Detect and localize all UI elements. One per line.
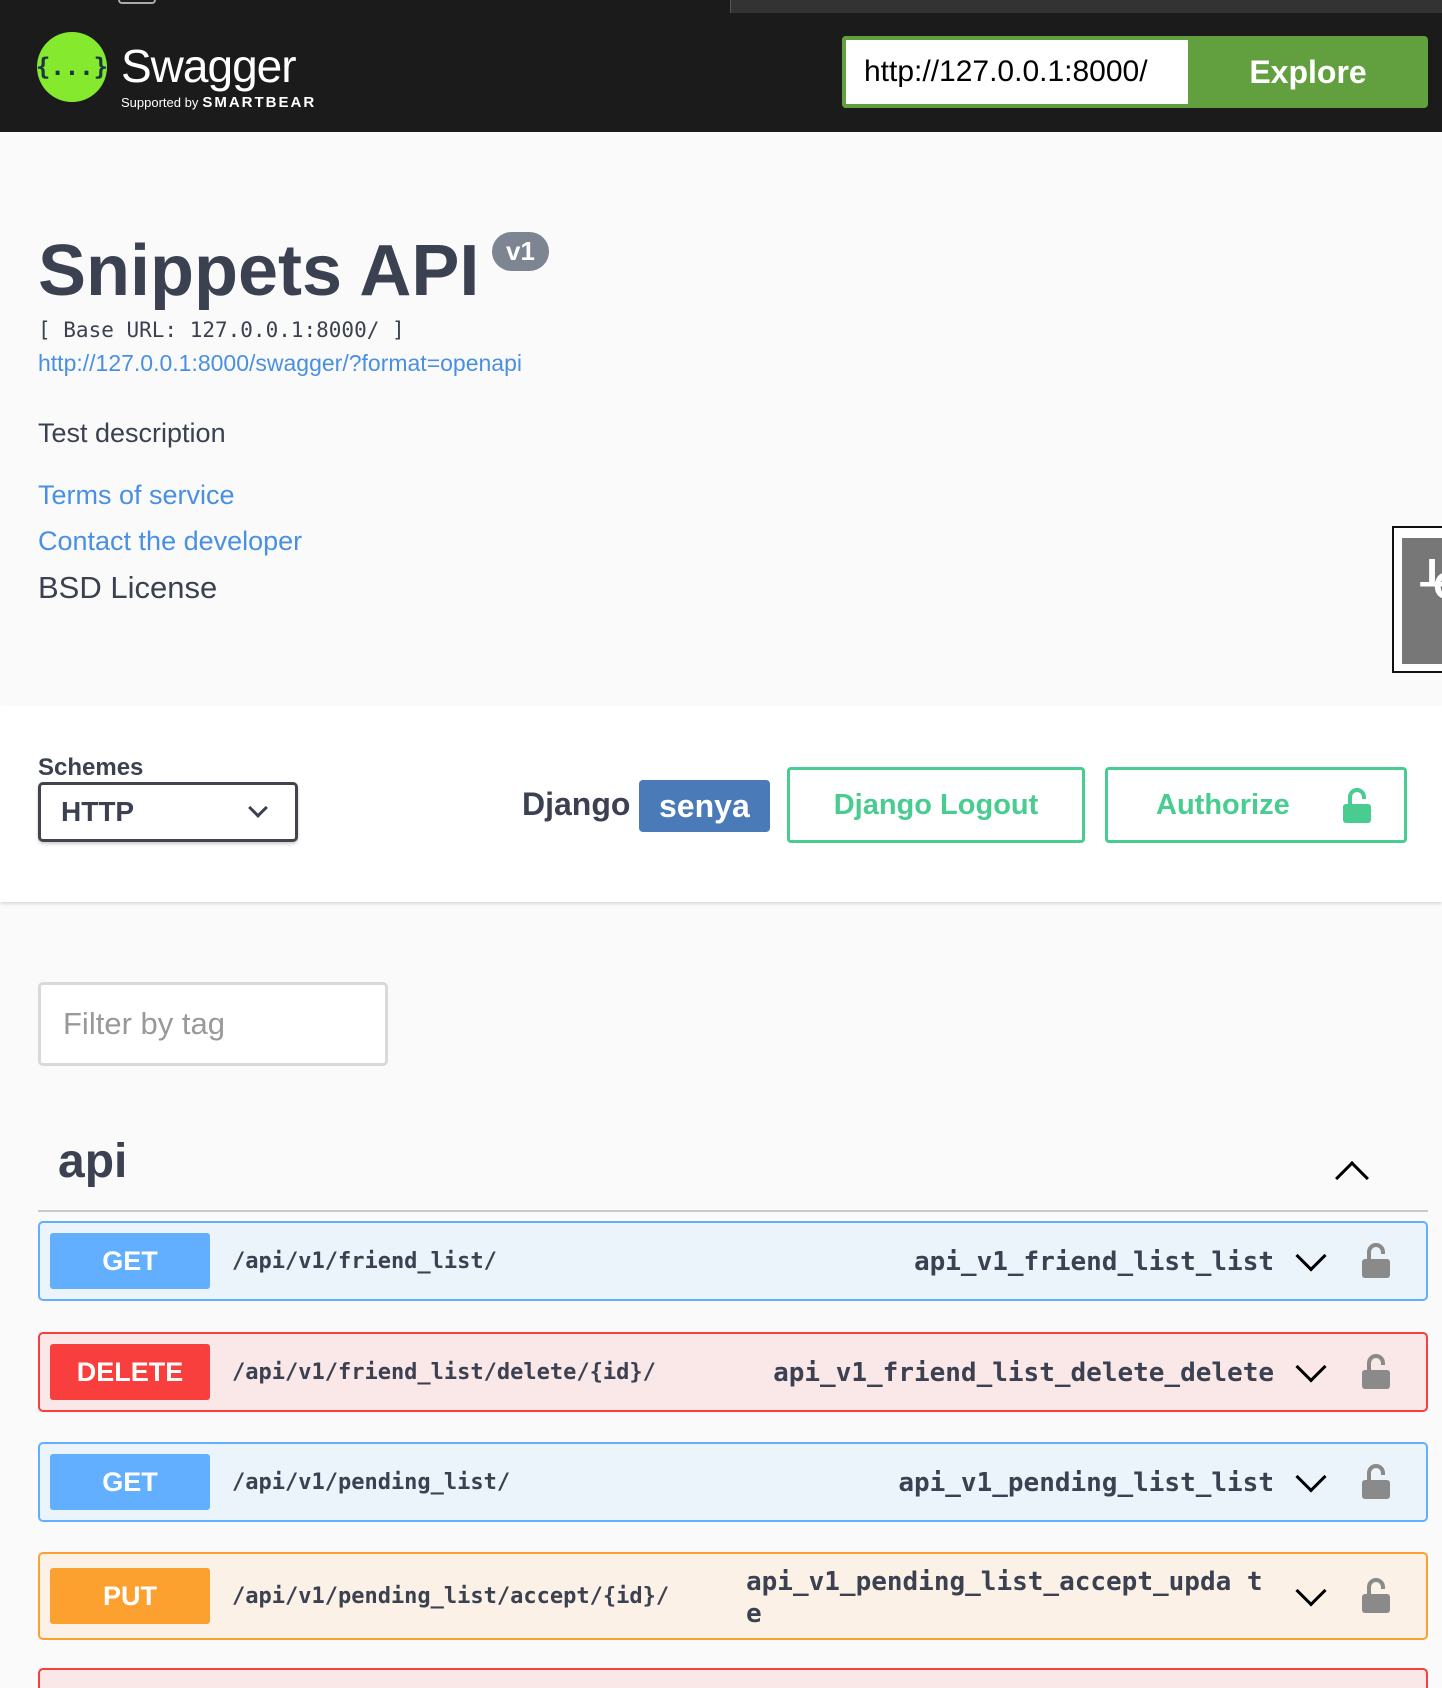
browser-tab-strip bbox=[0, 0, 1442, 13]
django-session-label: Django bbox=[522, 786, 631, 822]
operation-delete-friend[interactable]: DELETE /api/v1/friend_list/delete/{id}/ … bbox=[38, 1332, 1428, 1412]
tag-name: api bbox=[58, 1135, 128, 1188]
schemes-selected-value: HTTP bbox=[61, 796, 135, 827]
operation-id: api_v1_friend_list_delete_delete bbox=[773, 1358, 1274, 1388]
operation-partially-visible[interactable] bbox=[38, 1668, 1428, 1688]
authorize-button[interactable]: Authorize bbox=[1105, 767, 1407, 843]
djdt-letters-dt: DT bbox=[1417, 549, 1442, 594]
operation-put-pending-accept[interactable]: PUT /api/v1/pending_list/accept/{id}/ ap… bbox=[38, 1552, 1428, 1640]
operation-id: api_v1_pending_list_accept_upda te bbox=[746, 1567, 1263, 1629]
scheme-container: Schemes HTTP Django senya Django Logout … bbox=[0, 706, 1442, 902]
method-badge: DELETE bbox=[50, 1344, 210, 1400]
version-badge: v1 bbox=[492, 232, 549, 271]
tag-section-api[interactable]: api bbox=[38, 1120, 1428, 1212]
lock-open-icon bbox=[1343, 788, 1371, 823]
swagger-logo-icon[interactable]: {...} bbox=[35, 32, 109, 102]
operation-id: api_v1_pending_list_list bbox=[898, 1468, 1274, 1498]
vendor-name: SMARTBEAR bbox=[202, 94, 317, 111]
operation-id: api_v1_friend_list_list bbox=[913, 1247, 1274, 1277]
username-badge: senya bbox=[639, 780, 770, 832]
terms-of-service-link[interactable]: Terms of service bbox=[38, 480, 235, 511]
operation-path: /api/v1/pending_list/accept/{id}/ bbox=[232, 1584, 670, 1609]
browser-tab-edge bbox=[118, 0, 156, 4]
explore-button[interactable]: Explore bbox=[1188, 36, 1428, 108]
operation-path: /api/v1/pending_list/ bbox=[232, 1470, 511, 1495]
chevron-down-icon[interactable] bbox=[1295, 1575, 1327, 1607]
api-info: Snippets API v1 [ Base URL: 127.0.0.1:80… bbox=[38, 230, 1338, 605]
license: BSD License bbox=[38, 570, 218, 605]
lock-icon[interactable] bbox=[1362, 1243, 1390, 1279]
lock-icon[interactable] bbox=[1362, 1354, 1390, 1390]
spec-link[interactable]: http://127.0.0.1:8000/swagger/?format=op… bbox=[38, 350, 522, 377]
page-title: Snippets API bbox=[38, 231, 480, 311]
method-badge: PUT bbox=[50, 1568, 210, 1624]
contact-developer-link[interactable]: Contact the developer bbox=[38, 526, 302, 557]
logo-glyph: {...} bbox=[35, 53, 109, 81]
swagger-topbar: {...} Swagger Supported bySMARTBEAR Expl… bbox=[0, 13, 1442, 132]
schemes-select[interactable]: HTTP bbox=[38, 782, 298, 842]
schemes-label: Schemes bbox=[38, 754, 144, 781]
operation-path: /api/v1/friend_list/delete/{id}/ bbox=[232, 1360, 656, 1385]
lock-icon[interactable] bbox=[1362, 1464, 1390, 1500]
chevron-down-icon[interactable] bbox=[1295, 1240, 1327, 1272]
operation-get-friend-list[interactable]: GET /api/v1/friend_list/ api_v1_friend_l… bbox=[38, 1221, 1428, 1301]
browser-tab[interactable] bbox=[730, 0, 1442, 13]
lock-icon[interactable] bbox=[1362, 1578, 1390, 1614]
api-description: Test description bbox=[38, 418, 226, 448]
chevron-up-icon[interactable] bbox=[1335, 1161, 1369, 1195]
method-badge: GET bbox=[50, 1233, 210, 1289]
chevron-down-icon bbox=[248, 798, 268, 818]
django-debug-toolbar-handle[interactable]: DjDT bbox=[1392, 526, 1442, 673]
filter-by-tag-input[interactable] bbox=[38, 982, 388, 1066]
spec-url-input[interactable] bbox=[842, 36, 1188, 108]
supported-by: Supported by SMARTBEAR bbox=[121, 94, 316, 111]
django-logout-button[interactable]: Django Logout bbox=[787, 767, 1085, 843]
base-url: [ Base URL: 127.0.0.1:8000/ ] bbox=[38, 318, 405, 342]
djdt-label-box: DjDT bbox=[1402, 538, 1442, 664]
chevron-down-icon[interactable] bbox=[1295, 1461, 1327, 1493]
operation-get-pending-list[interactable]: GET /api/v1/pending_list/ api_v1_pending… bbox=[38, 1442, 1428, 1522]
authorize-label: Authorize bbox=[1156, 788, 1290, 821]
supported-by-text: Supported by bbox=[121, 95, 199, 110]
operation-path: /api/v1/friend_list/ bbox=[232, 1249, 497, 1274]
chevron-down-icon[interactable] bbox=[1295, 1351, 1327, 1383]
swagger-brand: Swagger bbox=[121, 40, 297, 92]
method-badge: GET bbox=[50, 1454, 210, 1510]
